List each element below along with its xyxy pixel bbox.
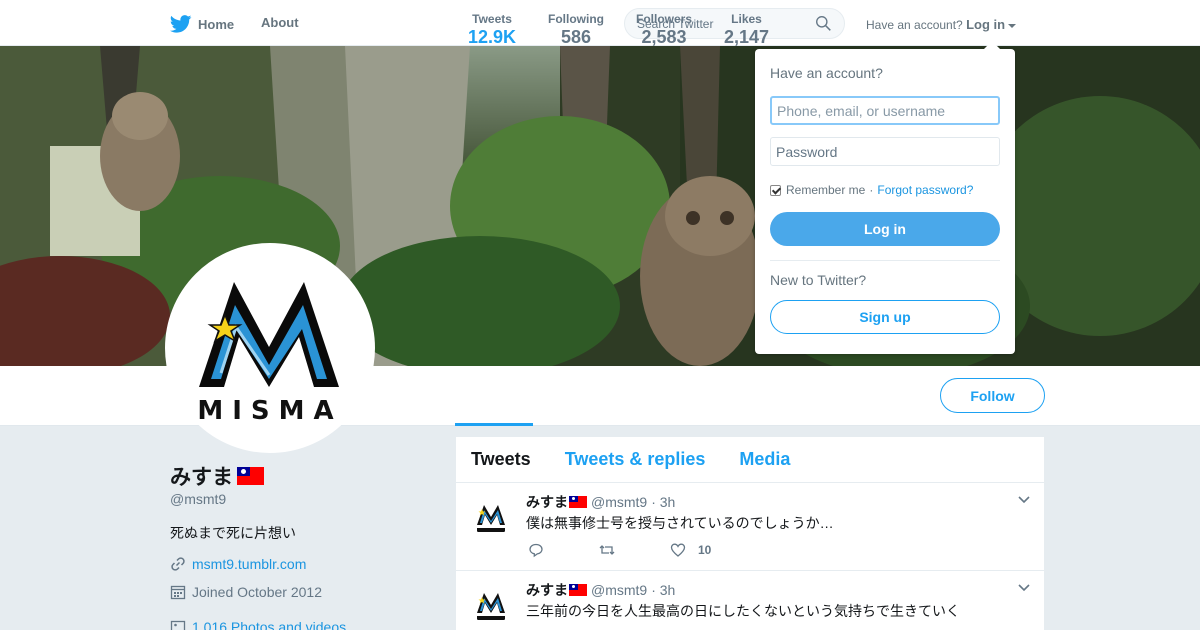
taiwan-flag-icon — [569, 584, 587, 596]
stat-likes[interactable]: Likes 2,147 — [724, 12, 769, 48]
chevron-down-icon[interactable] — [1018, 496, 1030, 504]
tweet-avatar-logo — [471, 585, 511, 625]
tweet-avatar[interactable] — [471, 585, 511, 625]
like-button[interactable]: 10 — [670, 542, 711, 558]
profile-url: msmt9.tumblr.com — [170, 556, 306, 572]
reply-icon — [529, 543, 543, 558]
tweet-item[interactable]: みすま @msmt9 · 3h 僕は無事修士号を授与されているのでしょうか… 1… — [456, 483, 1044, 571]
retweet-icon — [599, 545, 615, 555]
calendar-icon — [170, 585, 186, 600]
misma-logo-avatar: MISMA — [169, 247, 371, 449]
tweet-timestamp[interactable]: · 3h — [651, 494, 675, 510]
account-prompt-text: Have an account? — [866, 18, 963, 32]
tweet-author-name[interactable]: みすま — [526, 492, 568, 512]
profile-url-link[interactable]: msmt9.tumblr.com — [192, 556, 306, 572]
remember-me-label[interactable]: Remember me — [786, 183, 865, 197]
nav-about[interactable]: About — [261, 15, 299, 30]
photos-link-text[interactable]: 1,016 Photos and videos — [192, 619, 346, 630]
retweet-button[interactable] — [599, 542, 615, 558]
tweet-actions: 10 — [528, 542, 766, 558]
tweet-header: みすま @msmt9 · 3h — [526, 492, 675, 512]
tab-tweets-replies[interactable]: Tweets & replies — [565, 449, 706, 470]
stat-likes-label: Likes — [731, 12, 762, 26]
remember-separator: · — [869, 183, 874, 197]
caret-down-icon[interactable] — [1008, 23, 1017, 28]
image-icon — [170, 620, 186, 630]
remember-row: Remember me · Forgot password? — [770, 183, 973, 197]
follow-button[interactable]: Follow — [940, 378, 1045, 413]
tweet-text: 僕は無事修士号を授与されているのでしょうか… — [526, 515, 834, 531]
remember-me-checkbox[interactable] — [770, 184, 781, 196]
stat-tweets-label: Tweets — [472, 12, 512, 26]
joined-date: Joined October 2012 — [170, 584, 322, 600]
tweet-author-name[interactable]: みすま — [526, 580, 568, 600]
display-name[interactable]: みすま — [170, 461, 264, 491]
tweet-header: みすま @msmt9 · 3h — [526, 580, 675, 600]
password-field[interactable]: Password — [770, 137, 1000, 166]
reply-button[interactable] — [528, 542, 544, 558]
avatar[interactable]: MISMA — [165, 243, 375, 453]
stat-following-value: 586 — [560, 27, 592, 47]
login-dropdown: Have an account? Phone, email, or userna… — [755, 41, 1015, 354]
tweet-text: 三年前の今日を人生最高の日にしたくないという気持ちで生きていく — [526, 603, 960, 619]
tweet-avatar-logo — [471, 497, 511, 537]
forgot-password-link[interactable]: Forgot password? — [877, 183, 973, 197]
chevron-down-icon[interactable] — [1018, 584, 1030, 592]
stat-likes-value: 2,147 — [724, 27, 770, 47]
taiwan-flag-icon — [237, 467, 264, 485]
tweet-avatar[interactable] — [471, 497, 511, 537]
joined-date-text: Joined October 2012 — [192, 584, 322, 600]
tweet-timestamp[interactable]: · 3h — [651, 582, 675, 598]
stat-following-label: Following — [548, 12, 604, 26]
tab-media[interactable]: Media — [739, 449, 790, 470]
display-name-text: みすま — [170, 466, 233, 489]
username-field[interactable]: Phone, email, or username — [770, 96, 1000, 125]
search-icon[interactable] — [815, 15, 832, 32]
divider — [770, 260, 1000, 261]
nav-home[interactable]: Home — [170, 15, 234, 33]
tab-tweets[interactable]: Tweets — [471, 449, 531, 470]
stat-followers-label: Followers — [636, 12, 693, 26]
timeline: Tweets Tweets & replies Media みすま @msmt9… — [456, 437, 1044, 630]
login-dropdown-title: Have an account? — [770, 65, 883, 81]
stat-followers[interactable]: Followers 2,583 — [636, 12, 692, 48]
signup-button[interactable]: Sign up — [770, 300, 1000, 334]
nav-home-label: Home — [198, 16, 235, 32]
bio: 死ぬまで死に片想い — [170, 525, 296, 541]
stat-tweets[interactable]: Tweets 12.9K — [468, 12, 516, 48]
account-prompt: Have an account? Log in — [866, 17, 1017, 32]
taiwan-flag-icon — [569, 496, 587, 508]
stat-following[interactable]: Following 586 — [548, 12, 604, 48]
twitter-bird-icon — [170, 15, 192, 33]
tweet-author-handle[interactable]: @msmt9 — [591, 494, 647, 510]
timeline-tabs: Tweets Tweets & replies Media — [456, 437, 1044, 483]
screen-name[interactable]: @msmt9 — [170, 491, 226, 507]
tweet-item[interactable]: みすま @msmt9 · 3h 三年前の今日を人生最高の日にしたくないという気持… — [456, 571, 1044, 630]
stat-followers-value: 2,583 — [641, 27, 687, 47]
tweet-author-handle[interactable]: @msmt9 — [591, 582, 647, 598]
login-button[interactable]: Log in — [770, 212, 1000, 246]
stat-tweets-value: 12.9K — [468, 27, 517, 47]
photos-link: 1,016 Photos and videos — [170, 619, 346, 630]
new-to-twitter-text: New to Twitter? — [770, 272, 867, 288]
login-dropdown-toggle[interactable]: Log in — [966, 17, 1005, 32]
active-stat-underline — [455, 423, 533, 426]
like-count: 10 — [698, 543, 712, 557]
avatar-logo-text: MISMA — [197, 396, 342, 426]
heart-icon — [670, 543, 686, 557]
link-icon — [171, 557, 185, 571]
